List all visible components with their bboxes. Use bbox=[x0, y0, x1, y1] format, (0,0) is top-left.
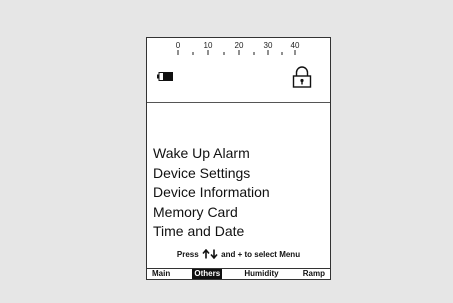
padlock-icon bbox=[292, 66, 312, 88]
up-down-arrows-icon bbox=[202, 248, 218, 260]
battery-low-icon bbox=[157, 72, 173, 81]
tab-ramp[interactable]: Ramp bbox=[301, 269, 327, 279]
menu-item-device-settings[interactable]: Device Settings bbox=[153, 164, 270, 184]
menu-item-memory-card[interactable]: Memory Card bbox=[153, 203, 270, 223]
menu-item-device-information[interactable]: Device Information bbox=[153, 183, 270, 203]
menu-item-wake-up-alarm[interactable]: Wake Up Alarm bbox=[153, 144, 270, 164]
settings-menu: Wake Up Alarm Device Settings Device Inf… bbox=[153, 144, 270, 242]
navigation-hint: Press and + to select Menu bbox=[147, 248, 330, 260]
tab-humidity[interactable]: Humidity bbox=[242, 269, 280, 279]
scale-ticks bbox=[177, 50, 296, 55]
hint-press: Press bbox=[176, 250, 199, 259]
status-area: 0 10 20 30 40 bbox=[147, 38, 330, 103]
header-divider bbox=[147, 102, 330, 103]
tab-bar: Main Others Humidity Ramp bbox=[147, 268, 330, 279]
device-screen: 0 10 20 30 40 Wake Up Alarm Device Setti… bbox=[146, 37, 331, 280]
hint-text: and + to select Menu bbox=[221, 250, 301, 259]
menu-item-time-and-date[interactable]: Time and Date bbox=[153, 222, 270, 242]
tab-main[interactable]: Main bbox=[150, 269, 172, 279]
tab-others[interactable]: Others bbox=[192, 269, 223, 279]
